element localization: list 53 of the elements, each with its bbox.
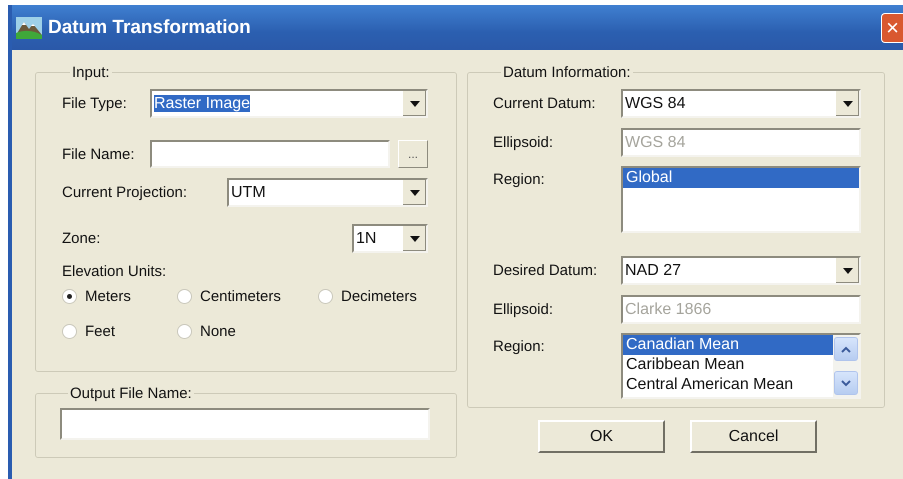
mountain-icon [16,16,42,38]
group-title: Input: [71,64,111,81]
dropdown-button[interactable] [835,258,859,283]
scroll-down-button[interactable] [834,371,858,395]
field-label: Current Projection: [62,184,188,201]
file-type-dropdown[interactable]: Raster Image [150,89,428,118]
list-item[interactable]: Central American Mean [623,375,833,395]
radio-option[interactable]: Meters [62,288,177,305]
output-file-field[interactable] [60,408,430,440]
list-item[interactable]: Canadian Mean [623,335,833,355]
caret-icon [842,100,852,106]
caret-icon [410,100,420,106]
group-title: Output File Name: [69,385,193,402]
ok-button[interactable]: OK [538,420,665,453]
radio-option[interactable]: Feet [62,323,177,340]
scroll-up-button[interactable] [834,337,858,361]
chevron-down-icon [841,380,851,386]
dropdown-button[interactable] [402,91,426,116]
region-list[interactable]: Canadian Mean Caribbean Mean Central American Mean [621,333,861,399]
field-label: File Name: [62,146,135,162]
caret-icon [410,190,420,196]
caret-icon [410,236,420,242]
field-label: Current Datum: [493,95,597,112]
field-label: Zone: [62,230,100,247]
field-label: Desired Datum: [493,262,598,279]
field-label: Region: [493,171,546,188]
radio-option[interactable]: Centimeters [177,288,318,305]
list-item[interactable]: Caribbean Mean [623,355,833,375]
radio-option[interactable]: None [177,323,292,340]
region-list[interactable]: Global [621,166,861,233]
browse-button[interactable]: ... [398,140,428,168]
group-title: Datum Information: [502,64,632,81]
projection-dropdown[interactable]: UTM [227,178,428,207]
radio-option[interactable]: Decimeters [318,288,459,305]
cancel-button[interactable]: Cancel [690,420,817,453]
zone-dropdown[interactable]: 1N [352,224,428,253]
dropdown-button[interactable] [402,226,426,251]
field-label: File Type: [62,95,127,112]
scrollbar[interactable] [833,335,859,397]
datum-dropdown[interactable]: WGS 84 [621,89,861,118]
chevron-up-icon [841,346,851,352]
close-button[interactable]: × [881,12,903,42]
file-name-field[interactable] [150,140,390,168]
dropdown-button[interactable] [402,180,426,205]
caret-icon [842,268,852,274]
field-label: Region: [493,338,546,355]
window-title: Datum Transformation [48,16,252,38]
field-label: Ellipsoid: [493,134,554,151]
dropdown-button[interactable] [835,91,859,116]
list-item[interactable]: Global [623,168,859,188]
datum-dropdown[interactable]: NAD 27 [621,256,861,285]
field-label: Elevation Units: [62,263,166,280]
field-label: Ellipsoid: [493,301,554,318]
